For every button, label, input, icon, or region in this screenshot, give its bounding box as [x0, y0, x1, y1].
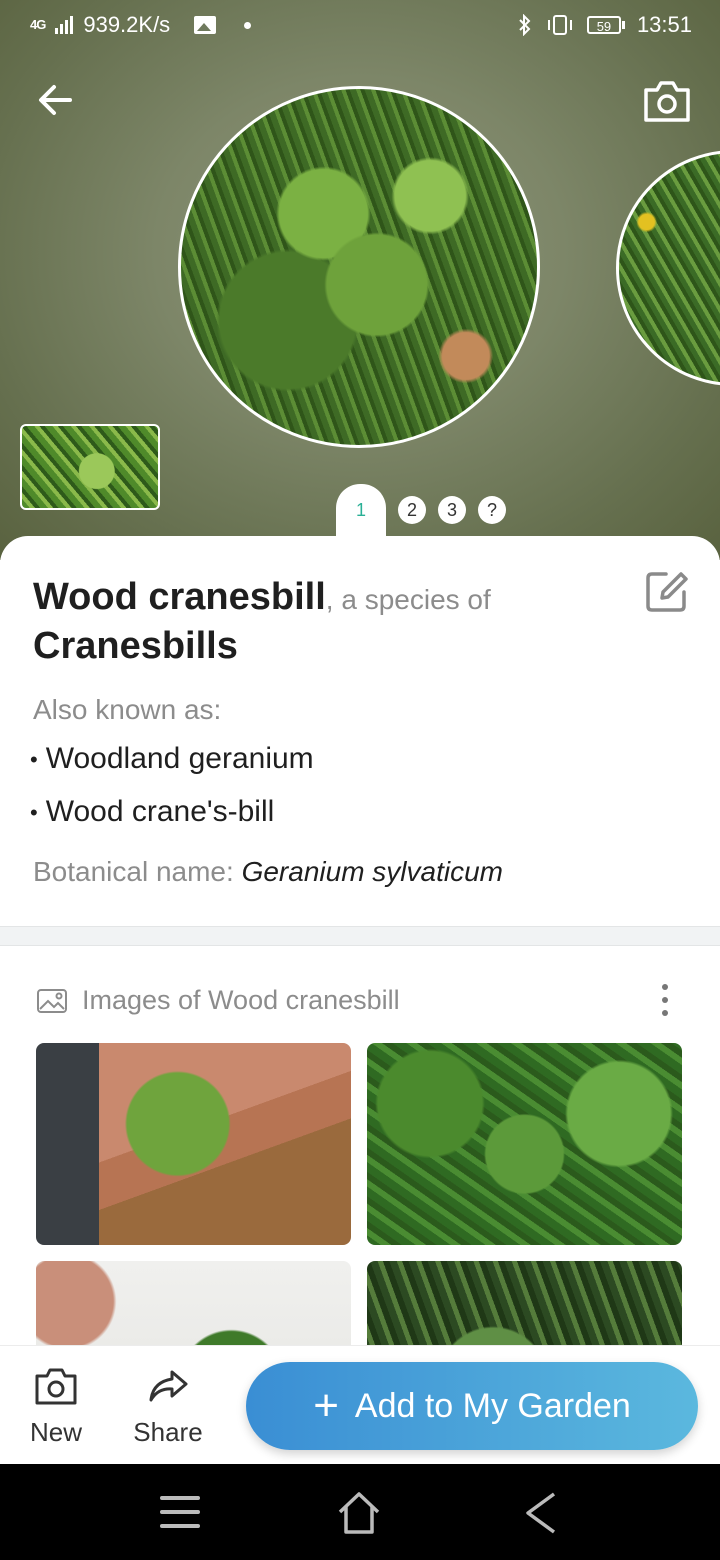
species-of-text: , a species of	[325, 584, 491, 615]
back-icon[interactable]	[520, 1490, 560, 1536]
image-grid	[36, 1043, 682, 1345]
new-label: New	[29, 1417, 82, 1447]
share-icon	[149, 1370, 188, 1402]
alias-item: Woodland geranium	[30, 742, 314, 795]
plant-info-card: Wood cranesbill, a species of Cranesbill…	[0, 536, 720, 926]
add-to-garden-button[interactable]: + Add to My Garden	[246, 1362, 698, 1450]
hero-gallery: 4G 939.2K/s 59 13:51 1 2 3 ?	[0, 0, 720, 560]
arrow-left-icon[interactable]	[34, 78, 78, 122]
aliases-list: Woodland geranium Wood crane's-bill	[30, 742, 314, 848]
share-button[interactable]: Share	[128, 1366, 208, 1448]
pager-item-unknown[interactable]: ?	[478, 496, 506, 524]
menu-icon[interactable]	[158, 1490, 202, 1534]
bottom-action-bar: New Share + Add to My Garden	[0, 1345, 720, 1464]
pager-item-3[interactable]: 3	[438, 496, 466, 524]
pager-item-1[interactable]: 1	[336, 484, 386, 536]
bluetooth-icon	[519, 14, 531, 36]
image-icon	[37, 988, 67, 1013]
more-vertical-icon[interactable]	[658, 984, 672, 1022]
plant-image[interactable]	[367, 1261, 682, 1345]
botanical-name-row: Botanical name: Geranium sylvaticum	[33, 856, 503, 888]
system-nav-bar	[0, 1464, 720, 1560]
network-speed: 939.2K/s	[83, 12, 171, 37]
botanical-label: Botanical name:	[33, 856, 242, 887]
genus-name[interactable]: Cranesbills	[33, 625, 633, 668]
pager-item-2[interactable]: 2	[398, 496, 426, 524]
battery-icon: 59	[586, 16, 625, 34]
botanical-name: Geranium sylvaticum	[241, 856, 503, 887]
images-section-header: Images of Wood cranesbill	[36, 985, 400, 1016]
images-heading: Images of Wood cranesbill	[82, 985, 400, 1015]
new-button[interactable]: New	[16, 1366, 96, 1448]
camera-icon[interactable]	[642, 78, 692, 124]
vibrate-icon	[547, 15, 572, 35]
camera-icon	[35, 1368, 77, 1405]
plant-image[interactable]	[36, 1261, 351, 1345]
photo-thumbnail[interactable]	[20, 424, 160, 510]
add-to-garden-label: Add to My Garden	[354, 1386, 631, 1425]
aka-label: Also known as:	[33, 694, 222, 725]
plant-image[interactable]	[36, 1043, 351, 1245]
home-icon[interactable]	[336, 1490, 382, 1536]
plant-title: Wood cranesbill, a species of Cranesbill…	[33, 576, 633, 668]
section-divider	[0, 926, 720, 946]
plus-icon: +	[313, 1381, 339, 1430]
battery-level: 59	[586, 16, 621, 34]
main-plant-photo[interactable]	[178, 86, 540, 448]
status-bar: 4G 939.2K/s 59 13:51	[0, 0, 720, 52]
share-label: Share	[133, 1417, 203, 1447]
result-pager: 1 2 3 ?	[336, 484, 506, 536]
clock: 13:51	[636, 12, 692, 37]
common-name: Wood cranesbill	[33, 576, 326, 618]
next-plant-photo[interactable]	[616, 150, 720, 386]
notification-dot-icon	[244, 21, 252, 29]
edit-icon[interactable]	[644, 568, 690, 614]
signal-icon	[55, 16, 74, 34]
gallery-notification-icon	[194, 16, 217, 34]
alias-item: Wood crane's-bill	[30, 795, 314, 848]
network-type: 4G	[30, 17, 46, 32]
plant-image[interactable]	[367, 1043, 682, 1245]
